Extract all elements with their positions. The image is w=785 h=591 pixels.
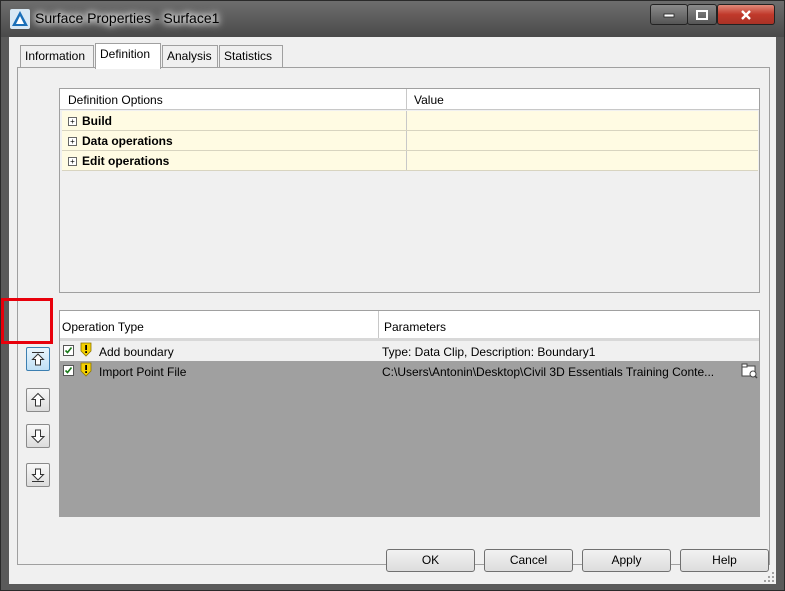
option-label: Edit operations bbox=[82, 154, 170, 168]
operation-checkbox[interactable] bbox=[63, 345, 74, 356]
resize-grip-icon[interactable] bbox=[763, 571, 775, 583]
minimize-button[interactable] bbox=[650, 4, 688, 25]
column-divider bbox=[406, 151, 407, 170]
expand-icon[interactable]: + bbox=[68, 137, 77, 146]
operation-type: Import Point File bbox=[99, 365, 187, 379]
option-label: Build bbox=[82, 114, 112, 128]
column-divider bbox=[406, 111, 407, 130]
column-divider[interactable] bbox=[378, 311, 379, 338]
column-header-definition-options[interactable]: Definition Options bbox=[68, 93, 163, 107]
civil3d-icon bbox=[10, 9, 30, 29]
operation-type: Add boundary bbox=[99, 345, 174, 359]
minimize-icon bbox=[663, 13, 675, 17]
checkmark-icon bbox=[64, 367, 73, 374]
title-bar[interactable]: Surface Properties - Surface1 bbox=[1, 1, 784, 37]
operation-parameters: C:\Users\Antonin\Desktop\Civil 3D Essent… bbox=[382, 365, 715, 379]
close-button[interactable] bbox=[717, 4, 775, 25]
column-header-parameters[interactable]: Parameters bbox=[384, 320, 446, 334]
operation-checkbox[interactable] bbox=[63, 365, 74, 376]
highlight-box bbox=[1, 298, 53, 344]
column-divider[interactable] bbox=[406, 89, 407, 109]
window-title: Surface Properties - Surface1 bbox=[35, 10, 220, 26]
close-icon bbox=[741, 9, 751, 20]
tab-information[interactable]: Information bbox=[20, 45, 94, 67]
expand-icon[interactable]: + bbox=[68, 117, 77, 126]
option-row-build[interactable]: + Build bbox=[62, 111, 758, 131]
option-row-data-operations[interactable]: + Data operations bbox=[62, 131, 758, 151]
ok-button[interactable]: OK bbox=[386, 549, 475, 572]
tab-definition[interactable]: Definition bbox=[95, 43, 161, 69]
warning-icon bbox=[80, 362, 92, 377]
grid-header: Definition Options Value bbox=[60, 89, 759, 110]
maximize-icon bbox=[696, 9, 708, 20]
move-up-button[interactable] bbox=[26, 388, 50, 412]
browse-folder-icon[interactable] bbox=[741, 363, 758, 379]
dialog-client-area: Information Definition Analysis Statisti… bbox=[9, 37, 776, 584]
definition-options-grid[interactable]: Definition Options Value + Build + Data … bbox=[59, 88, 760, 293]
move-up-icon bbox=[30, 392, 46, 407]
operation-row-add-boundary[interactable]: Add boundary Type: Data Clip, Descriptio… bbox=[60, 341, 759, 361]
option-label: Data operations bbox=[82, 134, 173, 148]
expand-icon[interactable]: + bbox=[68, 157, 77, 166]
surface-properties-window: Surface Properties - Surface1 Informatio… bbox=[0, 0, 785, 591]
move-down-icon bbox=[30, 429, 46, 444]
apply-button[interactable]: Apply bbox=[582, 549, 671, 572]
operations-grid[interactable]: Operation Type Parameters Add boundary T… bbox=[59, 310, 760, 517]
maximize-button[interactable] bbox=[687, 4, 717, 25]
option-row-edit-operations[interactable]: + Edit operations bbox=[62, 151, 758, 171]
warning-icon bbox=[80, 342, 92, 357]
help-button[interactable]: Help bbox=[680, 549, 769, 572]
tab-statistics[interactable]: Statistics bbox=[219, 45, 283, 67]
move-to-top-button[interactable] bbox=[26, 347, 50, 371]
cancel-button[interactable]: Cancel bbox=[484, 549, 573, 572]
move-down-button[interactable] bbox=[26, 424, 50, 448]
operation-parameters: Type: Data Clip, Description: Boundary1 bbox=[382, 345, 596, 359]
checkmark-icon bbox=[64, 347, 73, 354]
move-to-bottom-icon bbox=[31, 468, 45, 482]
operation-row-import-point-file[interactable]: Import Point File C:\Users\Antonin\Deskt… bbox=[60, 361, 759, 381]
tab-analysis[interactable]: Analysis bbox=[162, 45, 218, 67]
grid-header: Operation Type Parameters bbox=[60, 311, 759, 341]
column-header-value[interactable]: Value bbox=[414, 93, 444, 107]
move-to-bottom-button[interactable] bbox=[26, 463, 50, 487]
column-header-operation-type[interactable]: Operation Type bbox=[62, 320, 144, 334]
column-divider bbox=[406, 131, 407, 150]
move-to-top-icon bbox=[31, 352, 45, 366]
